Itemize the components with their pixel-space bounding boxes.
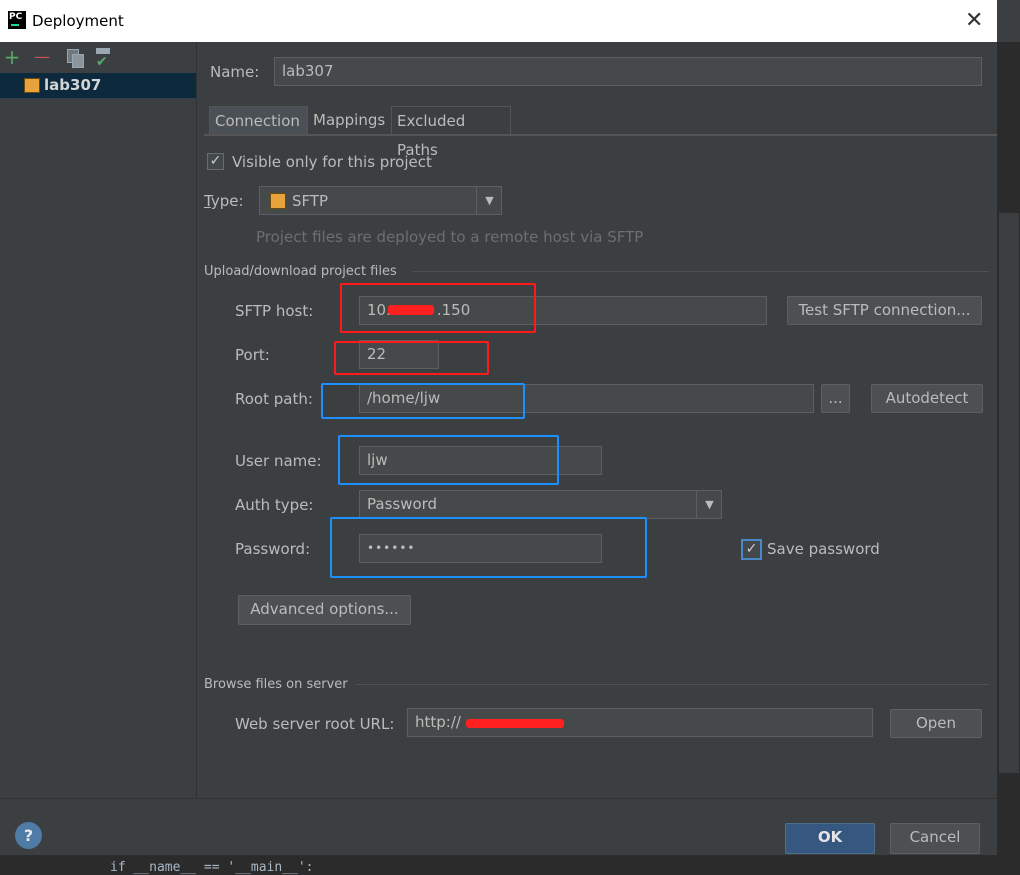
server-list-panel	[0, 42, 197, 798]
auth-type-dropdown[interactable]: Password ▼	[359, 490, 722, 519]
test-sftp-connection-button[interactable]: Test SFTP connection...	[787, 296, 982, 325]
copy-icon[interactable]	[67, 49, 84, 68]
sidebar-item-lab307[interactable]: lab307	[0, 73, 196, 98]
browse-root-path-button[interactable]: ...	[821, 384, 850, 413]
pycharm-app-icon: PC	[8, 11, 26, 29]
set-default-icon[interactable]: ✔	[96, 48, 112, 69]
type-value: SFTP	[292, 192, 329, 210]
redaction-scribble	[466, 719, 564, 728]
open-button[interactable]: Open	[890, 709, 982, 738]
annotation-box-red	[334, 341, 489, 375]
close-icon[interactable]: ✕	[965, 8, 983, 33]
background-code-line: if __name__ == '__main__':	[110, 860, 314, 875]
upload-section-title: Upload/download project files	[204, 264, 397, 279]
advanced-options-button[interactable]: Advanced options...	[238, 595, 411, 625]
user-name-label: User name:	[235, 452, 322, 470]
web-server-root-url-label: Web server root URL:	[235, 715, 395, 733]
browse-section-title: Browse files on server	[204, 677, 348, 692]
visible-only-checkbox[interactable]: ✓	[207, 153, 224, 170]
type-label-text: ype:	[210, 192, 244, 210]
password-label: Password:	[235, 540, 311, 558]
visible-only-label: Visible only for this project	[232, 153, 432, 171]
tab-mappings[interactable]: Mappings	[308, 106, 390, 135]
root-path-label: Root path:	[235, 390, 313, 408]
cancel-button[interactable]: Cancel	[890, 823, 980, 854]
annotation-box-blue	[321, 383, 525, 419]
port-label: Port:	[235, 346, 270, 364]
type-dropdown[interactable]: SFTP ▼	[259, 186, 502, 215]
footer-divider	[0, 798, 997, 799]
section-divider	[356, 684, 989, 685]
save-password-label: Save password	[767, 540, 880, 558]
editor-scrollbar[interactable]	[999, 213, 1019, 773]
type-label: Type:	[204, 192, 244, 210]
annotation-box-blue	[338, 435, 559, 485]
name-label: Name:	[210, 63, 260, 81]
chevron-down-icon: ▼	[696, 491, 722, 518]
tab-excluded-paths[interactable]: Excluded Paths	[391, 106, 511, 159]
help-icon[interactable]: ?	[15, 822, 42, 849]
sftp-icon	[270, 193, 286, 209]
name-field[interactable]: lab307	[274, 57, 982, 86]
add-icon[interactable]: +	[2, 47, 22, 68]
annotation-box-blue	[330, 517, 647, 578]
auth-type-label: Auth type:	[235, 496, 314, 514]
annotation-box-red	[340, 283, 536, 333]
sidebar-item-label: lab307	[44, 76, 102, 94]
window-title: Deployment	[32, 12, 124, 30]
window-titlebar: PC Deployment ✕	[0, 0, 997, 42]
chevron-down-icon: ▼	[476, 187, 502, 214]
auth-type-value: Password	[367, 495, 438, 513]
sftp-server-icon	[24, 78, 40, 93]
remove-icon[interactable]: —	[32, 48, 52, 68]
save-password-checkbox[interactable]: ✓	[741, 539, 762, 560]
type-hint: Project files are deployed to a remote h…	[256, 228, 644, 246]
autodetect-button[interactable]: Autodetect	[871, 384, 983, 413]
editor-header	[997, 0, 1020, 42]
tab-connection[interactable]: Connection	[209, 106, 308, 135]
ok-button[interactable]: OK	[785, 823, 875, 854]
section-divider	[413, 271, 989, 272]
sftp-host-label: SFTP host:	[235, 302, 314, 320]
background-editor-strip	[997, 0, 1020, 871]
